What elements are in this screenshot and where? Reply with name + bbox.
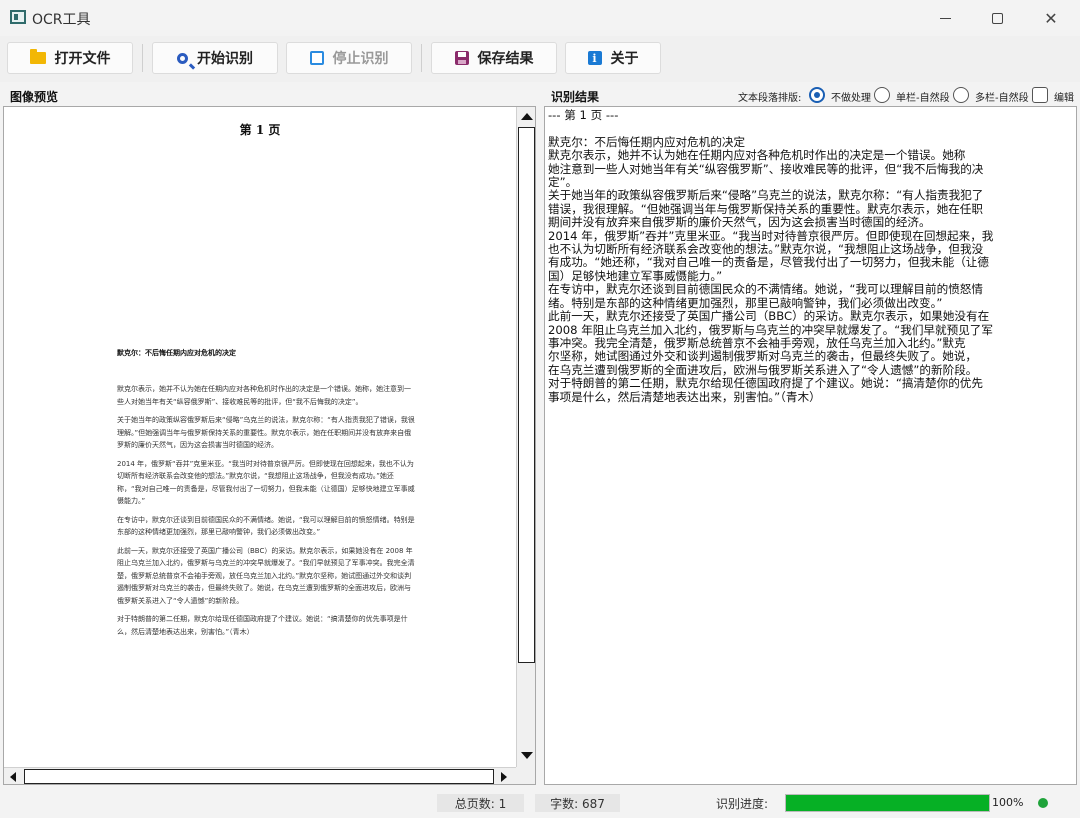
option-single-column-label: 单栏-自然段 <box>896 93 950 104</box>
search-icon <box>177 52 188 64</box>
progress-bar <box>785 794 990 812</box>
scroll-down-icon[interactable] <box>521 752 533 759</box>
doc-page-title: 第 1 页 <box>239 123 281 137</box>
save-result-label: 保存结果 <box>477 51 534 67</box>
info-icon: i <box>587 51 602 65</box>
save-result-button[interactable]: 保存结果 <box>431 42 557 74</box>
doc-paragraph: 2014 年，俄罗斯“吞并”克里米亚。“我当时对待普京很严厉。但即使现在回想起来… <box>117 459 415 506</box>
horizontal-scroll-thumb[interactable] <box>24 769 494 784</box>
about-label: 关于 <box>610 51 639 67</box>
radio-no-processing[interactable] <box>809 87 825 103</box>
app-icon <box>10 10 26 24</box>
image-preview-panel: 第 1 页 默克尔：不后悔任期内应对危机的决定 默克尔表示，她并不认为她在任期内… <box>3 106 536 785</box>
layout-label: 文本段落排版: <box>738 93 802 104</box>
horizontal-scrollbar[interactable] <box>4 767 516 784</box>
vertical-scrollbar[interactable] <box>516 107 535 767</box>
minimize-button[interactable] <box>918 0 972 36</box>
close-button[interactable]: ✕ <box>1024 0 1078 36</box>
progress-fill <box>786 795 989 811</box>
about-button[interactable]: i 关于 <box>565 42 661 74</box>
maximize-icon <box>991 12 1003 24</box>
folder-icon <box>29 49 46 64</box>
result-text-area[interactable]: --- 第 1 页 --- 默克尔：不后悔任期内应对危机的决定 默克尔表示，她并… <box>548 108 1038 404</box>
open-file-button[interactable]: 打开文件 <box>7 42 133 74</box>
start-ocr-label: 开始识别 <box>197 51 253 67</box>
toolbar-separator <box>421 44 422 72</box>
char-count: 字数: 687 <box>535 794 620 812</box>
result-header: 识别结果 <box>551 90 600 104</box>
doc-body: 默克尔表示，她并不认为她在任期内应对各种危机时作出的决定是一个错误。她称，她注意… <box>117 383 417 644</box>
stop-icon <box>309 51 324 65</box>
maximize-button[interactable] <box>970 0 1024 36</box>
window-title: OCR工具 <box>32 12 91 28</box>
toolbar-separator <box>142 44 143 72</box>
progress-percent: 100% <box>992 796 1024 809</box>
result-panel[interactable]: --- 第 1 页 --- 默克尔：不后悔任期内应对危机的决定 默克尔表示，她并… <box>544 106 1077 785</box>
doc-paragraph: 在专访中，默克尔还谈到目前德国民众的不满情绪。她说，“我可以理解目前的愤怒情绪。… <box>117 515 415 537</box>
doc-paragraph: 对于特朗普的第二任期，默克尔给现任德国政府提了个建议。她说：“搞清楚你的优先事项… <box>117 615 408 636</box>
doc-heading: 默克尔：不后悔任期内应对危机的决定 <box>117 349 236 357</box>
progress-label: 识别进度: <box>716 797 769 811</box>
total-pages: 总页数: 1 <box>437 794 524 812</box>
open-file-label: 打开文件 <box>54 51 111 67</box>
option-no-processing-label: 不做处理 <box>831 93 871 104</box>
edit-label: 编辑 <box>1054 93 1074 104</box>
scroll-right-icon[interactable] <box>501 772 507 782</box>
radio-multi-column[interactable] <box>953 87 969 103</box>
save-icon <box>454 51 469 65</box>
doc-paragraph: 默克尔表示，她并不认为她在任期内应对各种危机时作出的决定是一个错误。她称，她注意… <box>117 385 411 406</box>
radio-single-column[interactable] <box>874 87 890 103</box>
scroll-left-icon[interactable] <box>10 772 16 782</box>
edit-checkbox[interactable] <box>1032 87 1048 103</box>
document-image: 第 1 页 默克尔：不后悔任期内应对危机的决定 默克尔表示，她并不认为她在任期内… <box>4 107 516 767</box>
scroll-corner <box>516 767 535 784</box>
option-multi-column-label: 多栏-自然段 <box>975 93 1029 104</box>
status-indicator-icon <box>1038 798 1048 808</box>
doc-paragraph: 关于她当年的政策纵容俄罗斯后来“侵略”乌克兰的说法，默克尔称：“有人指责我犯了错… <box>117 416 415 449</box>
status-bar: 总页数: 1 字数: 687 识别进度: 100% <box>0 790 1080 818</box>
scroll-up-icon[interactable] <box>521 113 533 120</box>
close-icon: ✕ <box>1044 8 1058 28</box>
minimize-icon <box>939 17 951 19</box>
toolbar: 打开文件 开始识别 停止识别 保存结果 i 关于 <box>0 36 1080 82</box>
preview-header: 图像预览 <box>10 90 59 104</box>
stop-ocr-button[interactable]: 停止识别 <box>286 42 412 74</box>
stop-ocr-label: 停止识别 <box>332 51 389 67</box>
start-ocr-button[interactable]: 开始识别 <box>152 42 278 74</box>
vertical-scroll-thumb[interactable] <box>518 127 535 663</box>
doc-paragraph: 此前一天，默克尔还接受了英国广播公司（BBC）的采访。默克尔表示，如果她没有在 … <box>117 546 415 605</box>
title-bar: OCR工具 ✕ <box>0 0 1080 36</box>
